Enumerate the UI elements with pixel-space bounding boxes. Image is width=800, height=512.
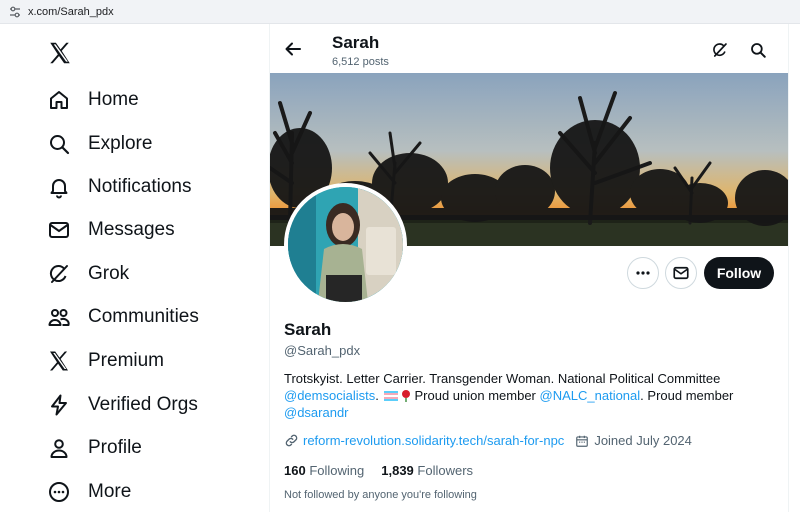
sidebar-item-explore[interactable]: Explore [47, 129, 152, 159]
sidebar-item-messages[interactable]: Messages [47, 215, 175, 245]
lightning-icon [51, 394, 67, 416]
home-icon [50, 91, 68, 109]
sidebar-item-label: Communities [88, 306, 199, 327]
header-name: Sarah [332, 33, 380, 52]
more-horizontal-icon [636, 271, 650, 275]
site-settings-icon[interactable] [8, 5, 22, 19]
profile-meta: reform-revolution.solidarity.tech/sarah-… [284, 433, 692, 448]
search-icon [50, 135, 70, 155]
left-sidebar: Home Explore Notifications Messages Grok… [0, 24, 268, 512]
followers-label: Followers [417, 463, 474, 478]
search-icon[interactable] [749, 41, 767, 59]
bell-icon [50, 179, 68, 199]
bio-text: . [375, 388, 379, 403]
profile-name: Sarah [284, 320, 332, 339]
followers-link[interactable]: 1,839 Followers [381, 463, 473, 478]
header-post-count: 6,512 posts [332, 56, 389, 68]
sidebar-item-verified-orgs[interactable]: Verified Orgs [47, 390, 198, 420]
grok-icon[interactable] [711, 41, 729, 59]
avatar[interactable] [284, 183, 407, 306]
link-icon [285, 434, 298, 447]
sidebar-item-label: Home [88, 89, 139, 110]
grok-icon [49, 265, 68, 283]
message-button[interactable] [665, 257, 697, 289]
sidebar-item-label: Messages [88, 219, 175, 240]
browser-url-bar[interactable]: x.com/Sarah_pdx [0, 0, 800, 24]
profile-website-link[interactable]: reform-revolution.solidarity.tech/sarah-… [303, 433, 564, 448]
sidebar-item-more[interactable]: More [47, 477, 131, 507]
column-divider [788, 24, 789, 512]
more-options-button[interactable] [627, 257, 659, 289]
sidebar-item-notifications[interactable]: Notifications [47, 172, 192, 202]
profile-bio: Trotskyist. Letter Carrier. Transgender … [284, 370, 764, 421]
sidebar-item-communities[interactable]: Communities [47, 302, 199, 332]
x-logo-icon[interactable] [47, 40, 73, 66]
profile-header: Sarah 6,512 posts [270, 24, 788, 73]
calendar-icon [576, 435, 589, 447]
sidebar-item-premium[interactable]: Premium [47, 346, 164, 376]
sidebar-item-label: Explore [88, 133, 153, 154]
follow-button[interactable]: Follow [704, 257, 774, 289]
back-arrow-icon[interactable] [284, 40, 302, 58]
following-count: 160 [284, 463, 306, 478]
bio-mention-link[interactable]: @demsocialists [284, 388, 375, 403]
bio-text: Proud union member [414, 388, 536, 403]
x-logo-icon [50, 351, 68, 371]
transgender-flag-icon [384, 391, 399, 401]
people-icon [48, 309, 70, 326]
bio-text: . Proud member [640, 388, 734, 403]
sidebar-item-profile[interactable]: Profile [47, 433, 142, 463]
sidebar-item-label: Premium [88, 350, 165, 371]
not-followed-note: Not followed by anyone you're following [284, 489, 477, 501]
sidebar-item-label: Grok [88, 263, 130, 284]
bio-text: Trotskyist. Letter Carrier. Transgender … [284, 371, 721, 386]
person-icon [50, 439, 68, 458]
profile-handle: @Sarah_pdx [284, 343, 361, 358]
avatar-photo [288, 187, 403, 302]
bio-mention-link[interactable]: @NALC_national [540, 388, 641, 403]
more-circle-icon [49, 482, 69, 502]
sidebar-item-label: Profile [88, 437, 142, 458]
following-link[interactable]: 160 Following [284, 463, 364, 478]
url-text[interactable]: x.com/Sarah_pdx [28, 6, 114, 18]
follow-stats: 160 Following 1,839 Followers [284, 463, 490, 478]
sidebar-item-label: Verified Orgs [88, 394, 198, 415]
sidebar-item-grok[interactable]: Grok [47, 259, 129, 289]
following-label: Following [309, 463, 365, 478]
bio-mention-link[interactable]: @dsarandr [284, 405, 349, 420]
sidebar-item-label: More [88, 481, 132, 502]
sidebar-item-home[interactable]: Home [47, 85, 139, 115]
envelope-icon [673, 266, 689, 280]
rose-icon [402, 390, 411, 402]
followers-count: 1,839 [381, 463, 414, 478]
profile-joined-date: Joined July 2024 [594, 433, 692, 448]
sidebar-item-label: Notifications [88, 176, 192, 197]
envelope-icon [49, 222, 69, 238]
